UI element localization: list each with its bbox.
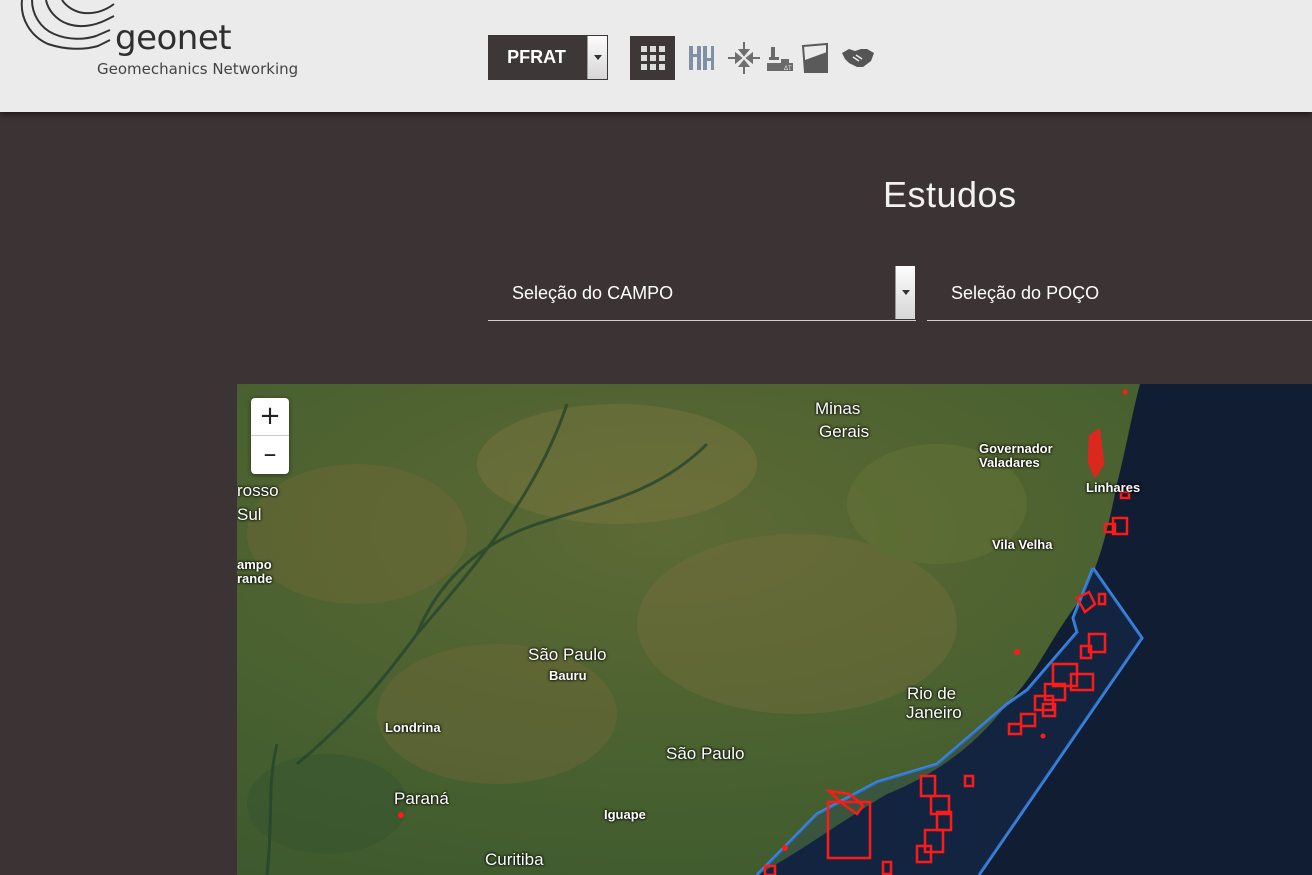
page-title: Estudos xyxy=(883,174,1017,215)
campo-select-label: Seleção do CAMPO xyxy=(512,283,674,303)
map-label: Valadares xyxy=(979,455,1040,470)
beaker-icon[interactable] xyxy=(800,36,832,80)
map-label: rande xyxy=(237,571,273,586)
logo-wordmark: geonet xyxy=(115,18,232,58)
chevron-down-icon[interactable] xyxy=(587,36,607,79)
map-label: Linhares xyxy=(1086,480,1141,495)
compression-arrows-icon[interactable] xyxy=(726,36,762,80)
map-view[interactable]: + – Minas Gerais Governador Valadares Li… xyxy=(237,384,1312,875)
poco-select[interactable]: Seleção do POÇO xyxy=(927,265,1312,321)
map-label: Sul xyxy=(237,505,262,524)
map-label: Iguape xyxy=(604,807,646,822)
geonet-logo[interactable]: geonet Geomechanics Networking xyxy=(18,0,318,92)
map-label: Janeiro xyxy=(906,703,962,722)
map-label: Londrina xyxy=(385,720,441,735)
map-label: Paraná xyxy=(394,789,449,808)
map-label: Rio de xyxy=(907,684,957,703)
grid-apps-icon[interactable] xyxy=(630,36,675,80)
campo-select[interactable]: Seleção do CAMPO xyxy=(488,265,916,321)
zoom-in-button[interactable]: + xyxy=(251,398,289,436)
module-select-value: PFRAT xyxy=(507,47,566,67)
map-label: Vila Velha xyxy=(992,537,1053,552)
zoom-control: + – xyxy=(251,398,289,474)
map-label: rosso xyxy=(237,481,279,500)
app-header: geonet Geomechanics Networking PFRAT ΔT xyxy=(0,0,1312,112)
map-label: Gerais xyxy=(819,422,870,441)
map-label: Minas xyxy=(815,399,861,418)
map-label: São Paulo xyxy=(528,645,607,664)
zoom-out-button[interactable]: – xyxy=(251,436,289,474)
map-label: Bauru xyxy=(549,668,587,683)
chevron-down-icon[interactable] xyxy=(895,266,915,319)
module-select[interactable]: PFRAT xyxy=(488,35,608,80)
poco-select-label: Seleção do POÇO xyxy=(951,283,1100,303)
well-casing-icon[interactable] xyxy=(686,36,716,80)
svg-text:ΔT: ΔT xyxy=(784,66,792,72)
map-label: São Paulo xyxy=(666,744,745,763)
lab-microscope-icon[interactable]: ΔT xyxy=(764,36,796,80)
logo-tagline: Geomechanics Networking xyxy=(97,60,299,78)
map-label: Curitiba xyxy=(485,850,544,869)
handshake-icon[interactable] xyxy=(840,36,876,80)
